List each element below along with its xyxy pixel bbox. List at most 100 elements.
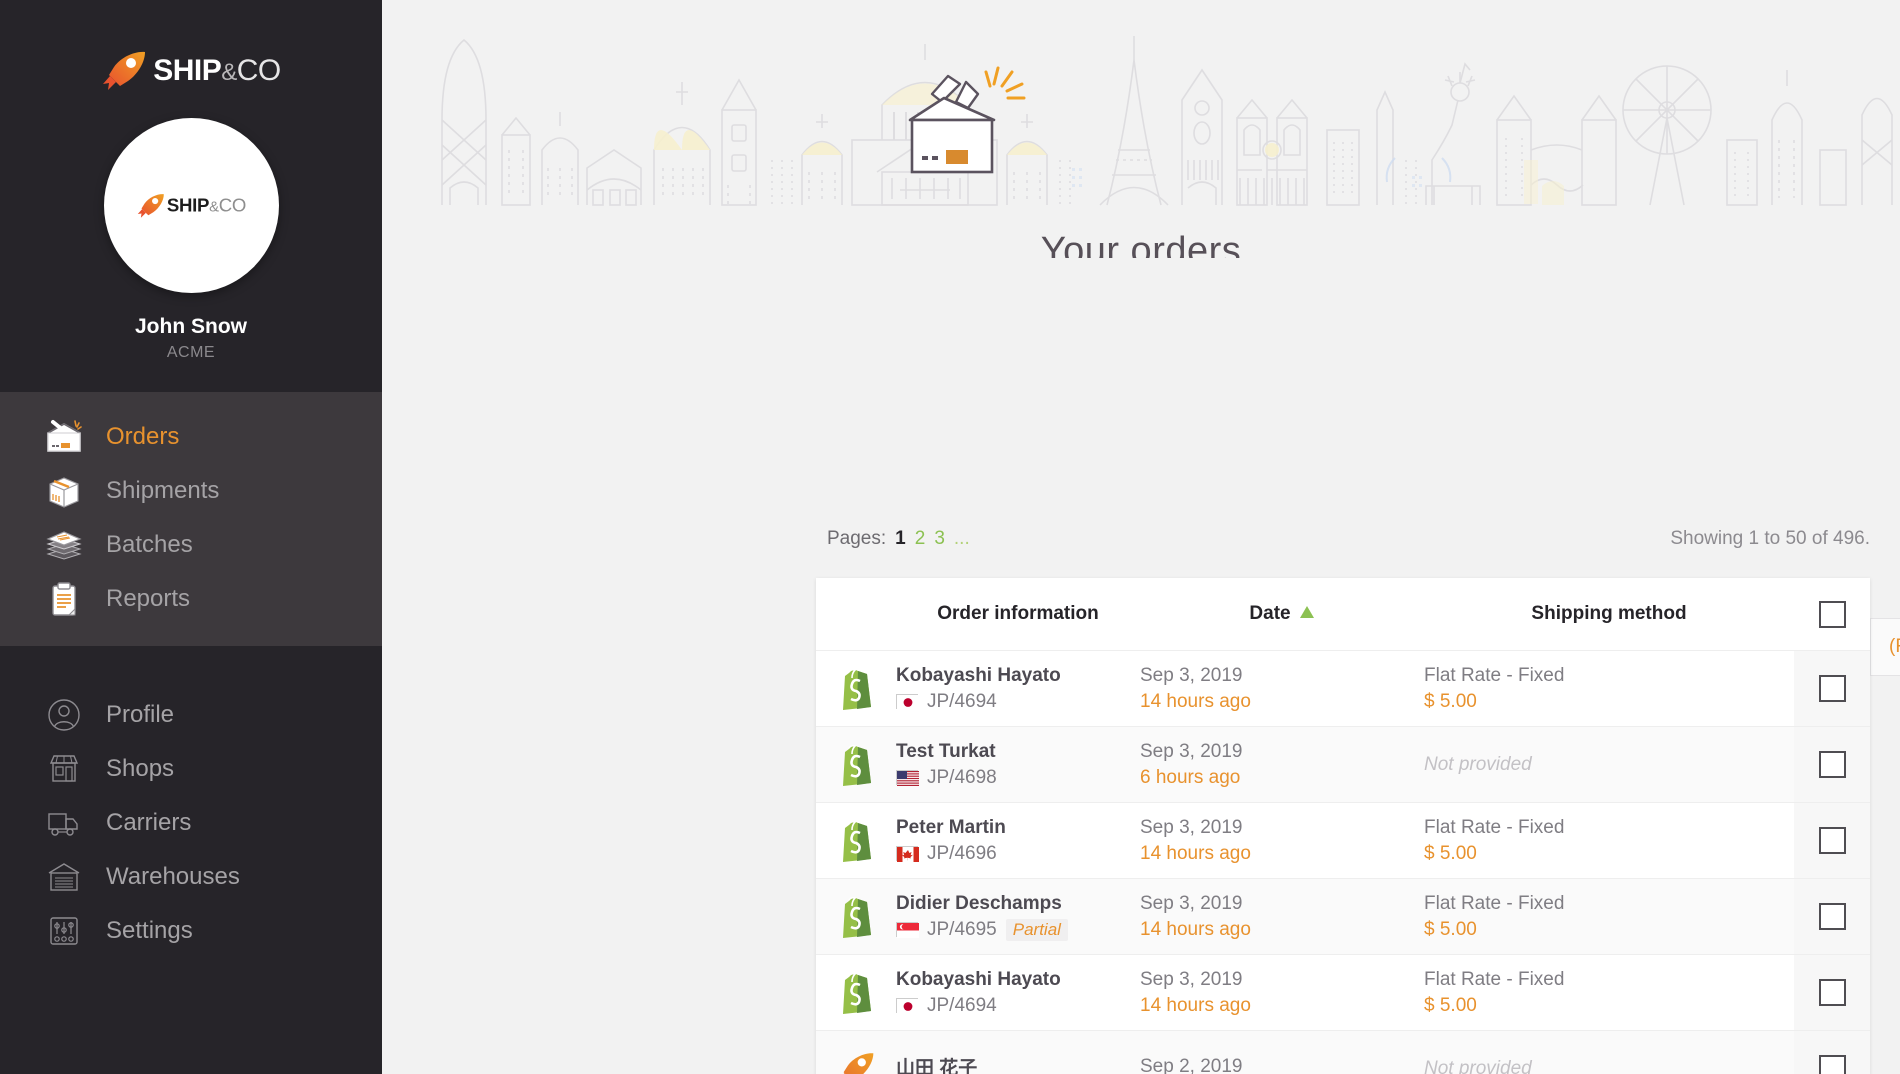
row-select-cell (1794, 651, 1870, 726)
row-select-cell (1794, 727, 1870, 802)
shipping-price: $ 5.00 (1424, 994, 1477, 1016)
avatar-brand-ship: SHIP (166, 194, 209, 216)
table-row[interactable]: Kobayashi Hayato JP/4694 Sep 3, 2019 14 … (816, 954, 1870, 1030)
row-checkbox[interactable] (1818, 751, 1846, 778)
order-reference: JP/4694 (927, 994, 997, 1016)
table-body: Kobayashi Hayato JP/4694 Sep 3, 2019 14 … (816, 650, 1870, 1074)
open-box-icon (44, 417, 84, 457)
row-checkbox[interactable] (1818, 979, 1846, 1006)
shipping-method-name: Flat Rate - Fixed (1424, 816, 1565, 838)
flag-ca-icon (896, 846, 919, 862)
sidebar-item-shops[interactable]: Shops (0, 742, 382, 796)
shipping-price: $ 5.00 (1424, 918, 1477, 940)
table-row[interactable]: Test Turkat JP/4698 Sep 3, 2019 6 hours … (816, 726, 1870, 802)
table-row[interactable]: 山田 花子 Sep 2, 2019 Not provided (816, 1030, 1870, 1074)
recipient-filter-value: (Recipient (1889, 636, 1900, 657)
status-badge: Partial (1005, 918, 1068, 941)
order-date-cell: Sep 3, 2019 14 hours ago (1140, 955, 1424, 1030)
header-order-information[interactable]: Order information (896, 578, 1140, 650)
main-content: Your orders Order type All (382, 0, 1900, 1074)
row-select-cell (1794, 1031, 1870, 1074)
orders-table: Order information Date Shipping method K… (816, 578, 1870, 1074)
row-select-cell (1794, 879, 1870, 954)
row-checkbox[interactable] (1818, 903, 1846, 930)
main-nav: Orders Shipments Batches Reports (0, 392, 382, 646)
order-date-cell: Sep 2, 2019 (1140, 1031, 1424, 1074)
order-information-cell: Didier Deschamps JP/4695 Partial (896, 879, 1140, 954)
showing-count: Showing 1 to 50 of 496. (1670, 528, 1870, 549)
order-date: Sep 2, 2019 (1140, 1055, 1243, 1074)
app-root: SHIP & CO SHIP & CO John Snow ACME Order… (0, 0, 1900, 1074)
sidebar-item-profile[interactable]: Profile (0, 688, 382, 742)
sidebar-item-orders[interactable]: Orders (0, 410, 382, 464)
shopify-icon (816, 955, 896, 1030)
order-customer-name: 山田 花子 (896, 1058, 978, 1074)
row-select-cell (1794, 955, 1870, 1030)
sidebar-item-settings[interactable]: Settings (0, 904, 382, 958)
page-2[interactable]: 2 (915, 528, 926, 550)
table-row[interactable]: Peter Martin JP/4696 Sep 3, 2019 14 hour… (816, 802, 1870, 878)
row-select-cell (1794, 803, 1870, 878)
flag-jp-icon (896, 998, 919, 1014)
order-date: Sep 3, 2019 (1140, 740, 1243, 762)
shipping-method-cell: Flat Rate - Fixed $ 5.00 (1424, 803, 1794, 878)
sidebar-item-warehouses[interactable]: Warehouses (0, 850, 382, 904)
header-date-label: Date (1249, 603, 1291, 624)
avatar-brand-amp: & (208, 198, 219, 215)
row-checkbox[interactable] (1818, 1055, 1846, 1074)
order-relative-time: 14 hours ago (1140, 994, 1251, 1016)
pagination: Pages: 1 2 3 ... (827, 528, 970, 550)
row-checkbox[interactable] (1818, 675, 1846, 702)
order-reference: JP/4694 (927, 690, 997, 712)
order-customer-name: Kobayashi Hayato (896, 664, 1061, 686)
shopify-icon (816, 803, 896, 878)
sidebar-item-orders-label: Orders (106, 423, 180, 450)
rocket-icon (101, 50, 147, 92)
sidebar-item-carriers[interactable]: Carriers (0, 796, 382, 850)
order-relative-time: 14 hours ago (1140, 690, 1251, 712)
order-date: Sep 3, 2019 (1140, 968, 1243, 990)
header-select-all-cell (1794, 578, 1870, 650)
avatar[interactable]: SHIP & CO (103, 118, 279, 293)
shipping-not-provided: Not provided (1424, 753, 1532, 775)
order-information-cell: Kobayashi Hayato JP/4694 (896, 955, 1140, 1030)
page-title: Your orders (1040, 230, 1242, 258)
flag-jp-icon (896, 694, 919, 710)
table-row[interactable]: Kobayashi Hayato JP/4694 Sep 3, 2019 14 … (816, 650, 1870, 726)
recipient-filter[interactable]: (Recipient ▾ (1870, 618, 1900, 676)
order-reference: JP/4698 (927, 766, 997, 788)
brand-co: CO (236, 54, 282, 87)
sidebar-item-shipments-label: Shipments (106, 477, 220, 504)
bottom-nav: Profile Shops Carriers Warehouses Settin… (0, 688, 382, 968)
brand-logo[interactable]: SHIP & CO (0, 0, 382, 92)
order-date-cell: Sep 3, 2019 6 hours ago (1140, 727, 1424, 802)
header-date[interactable]: Date (1140, 578, 1424, 650)
city-skyline-illustration (441, 36, 1893, 206)
shipping-price: $ 5.00 (1424, 842, 1477, 864)
table-header-row: Order information Date Shipping method (816, 578, 1870, 650)
avatar-rocket-icon (136, 192, 165, 218)
page-3[interactable]: 3 (934, 528, 945, 550)
order-reference: JP/4696 (927, 842, 997, 864)
order-date-cell: Sep 3, 2019 14 hours ago (1140, 651, 1424, 726)
header-shipping-method[interactable]: Shipping method (1424, 578, 1794, 650)
clipboard-icon (44, 579, 84, 619)
hero-banner: Your orders (382, 0, 1900, 258)
order-reference: JP/4695 (927, 918, 997, 940)
warehouse-icon (44, 857, 84, 897)
pagination-bar: Pages: 1 2 3 ... Showing 1 to 50 of 496. (382, 528, 1900, 568)
page-ellipsis[interactable]: ... (954, 528, 970, 550)
shipping-method-cell: Flat Rate - Fixed $ 5.00 (1424, 955, 1794, 1030)
select-all-checkbox[interactable] (1818, 600, 1846, 628)
sidebar-item-reports[interactable]: Reports (0, 572, 382, 626)
order-customer-name: Test Turkat (896, 740, 996, 762)
row-checkbox[interactable] (1818, 827, 1846, 854)
order-relative-time: 14 hours ago (1140, 842, 1251, 864)
shipping-price: $ 5.00 (1424, 690, 1477, 712)
shopify-icon (816, 727, 896, 802)
sidebar-item-batches[interactable]: Batches (0, 518, 382, 572)
user-org: ACME (166, 344, 216, 361)
header-icon-cell (816, 578, 896, 650)
sidebar-item-shipments[interactable]: Shipments (0, 464, 382, 518)
table-row[interactable]: Didier Deschamps JP/4695 Partial Sep 3, … (816, 878, 1870, 954)
